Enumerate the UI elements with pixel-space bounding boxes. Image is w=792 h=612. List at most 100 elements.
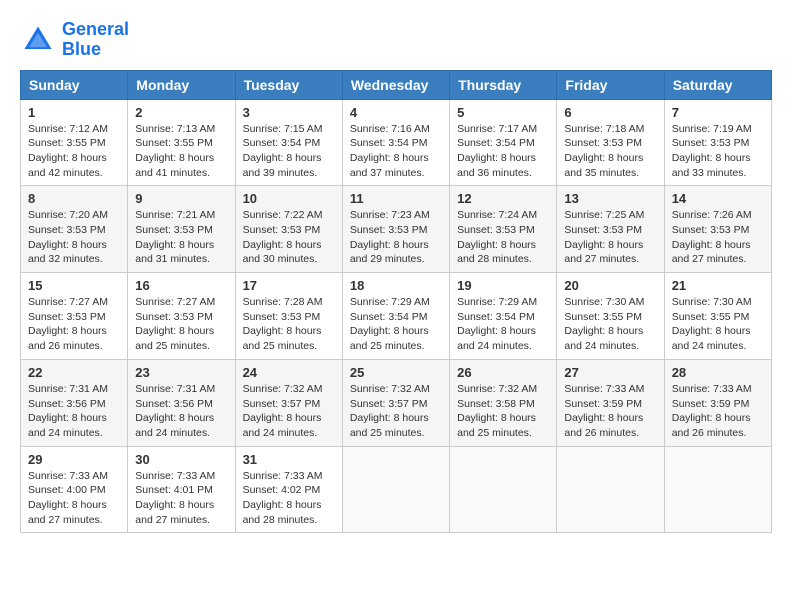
weekday-header-wednesday: Wednesday — [342, 70, 449, 99]
calendar-cell: 6 Sunrise: 7:18 AMSunset: 3:53 PMDayligh… — [557, 99, 664, 186]
calendar-table: SundayMondayTuesdayWednesdayThursdayFrid… — [20, 70, 772, 534]
day-number: 7 — [672, 105, 764, 120]
calendar-cell: 13 Sunrise: 7:25 AMSunset: 3:53 PMDaylig… — [557, 186, 664, 273]
day-info: Sunrise: 7:29 AMSunset: 3:54 PMDaylight:… — [350, 296, 430, 352]
calendar-cell: 20 Sunrise: 7:30 AMSunset: 3:55 PMDaylig… — [557, 273, 664, 360]
day-info: Sunrise: 7:33 AMSunset: 4:00 PMDaylight:… — [28, 470, 108, 526]
day-info: Sunrise: 7:27 AMSunset: 3:53 PMDaylight:… — [28, 296, 108, 352]
calendar-cell: 27 Sunrise: 7:33 AMSunset: 3:59 PMDaylig… — [557, 359, 664, 446]
day-number: 4 — [350, 105, 442, 120]
calendar-cell: 7 Sunrise: 7:19 AMSunset: 3:53 PMDayligh… — [664, 99, 771, 186]
day-number: 28 — [672, 365, 764, 380]
day-info: Sunrise: 7:30 AMSunset: 3:55 PMDaylight:… — [564, 296, 644, 352]
day-number: 16 — [135, 278, 227, 293]
calendar-cell: 23 Sunrise: 7:31 AMSunset: 3:56 PMDaylig… — [128, 359, 235, 446]
day-info: Sunrise: 7:31 AMSunset: 3:56 PMDaylight:… — [28, 383, 108, 439]
day-number: 21 — [672, 278, 764, 293]
logo-text: General Blue — [62, 20, 129, 60]
logo-icon — [20, 22, 56, 58]
day-number: 19 — [457, 278, 549, 293]
day-number: 13 — [564, 191, 656, 206]
calendar-cell: 5 Sunrise: 7:17 AMSunset: 3:54 PMDayligh… — [450, 99, 557, 186]
day-info: Sunrise: 7:32 AMSunset: 3:57 PMDaylight:… — [350, 383, 430, 439]
calendar-cell: 11 Sunrise: 7:23 AMSunset: 3:53 PMDaylig… — [342, 186, 449, 273]
calendar-cell: 22 Sunrise: 7:31 AMSunset: 3:56 PMDaylig… — [21, 359, 128, 446]
day-number: 25 — [350, 365, 442, 380]
calendar-cell: 12 Sunrise: 7:24 AMSunset: 3:53 PMDaylig… — [450, 186, 557, 273]
day-number: 8 — [28, 191, 120, 206]
day-info: Sunrise: 7:13 AMSunset: 3:55 PMDaylight:… — [135, 123, 215, 179]
day-number: 11 — [350, 191, 442, 206]
day-info: Sunrise: 7:26 AMSunset: 3:53 PMDaylight:… — [672, 209, 752, 265]
calendar-cell — [342, 446, 449, 533]
day-info: Sunrise: 7:29 AMSunset: 3:54 PMDaylight:… — [457, 296, 537, 352]
day-number: 5 — [457, 105, 549, 120]
day-info: Sunrise: 7:20 AMSunset: 3:53 PMDaylight:… — [28, 209, 108, 265]
day-number: 9 — [135, 191, 227, 206]
calendar-week-1: 1 Sunrise: 7:12 AMSunset: 3:55 PMDayligh… — [21, 99, 772, 186]
calendar-cell: 9 Sunrise: 7:21 AMSunset: 3:53 PMDayligh… — [128, 186, 235, 273]
calendar-cell: 17 Sunrise: 7:28 AMSunset: 3:53 PMDaylig… — [235, 273, 342, 360]
day-number: 20 — [564, 278, 656, 293]
day-number: 2 — [135, 105, 227, 120]
day-number: 27 — [564, 365, 656, 380]
calendar-week-4: 22 Sunrise: 7:31 AMSunset: 3:56 PMDaylig… — [21, 359, 772, 446]
calendar-cell — [557, 446, 664, 533]
day-info: Sunrise: 7:33 AMSunset: 3:59 PMDaylight:… — [564, 383, 644, 439]
day-number: 23 — [135, 365, 227, 380]
day-info: Sunrise: 7:23 AMSunset: 3:53 PMDaylight:… — [350, 209, 430, 265]
day-number: 17 — [243, 278, 335, 293]
calendar-cell — [664, 446, 771, 533]
day-number: 22 — [28, 365, 120, 380]
day-number: 10 — [243, 191, 335, 206]
day-number: 26 — [457, 365, 549, 380]
calendar-header: SundayMondayTuesdayWednesdayThursdayFrid… — [21, 70, 772, 99]
weekday-header-friday: Friday — [557, 70, 664, 99]
calendar-cell: 3 Sunrise: 7:15 AMSunset: 3:54 PMDayligh… — [235, 99, 342, 186]
day-info: Sunrise: 7:33 AMSunset: 3:59 PMDaylight:… — [672, 383, 752, 439]
day-number: 18 — [350, 278, 442, 293]
calendar-cell: 18 Sunrise: 7:29 AMSunset: 3:54 PMDaylig… — [342, 273, 449, 360]
calendar-cell: 1 Sunrise: 7:12 AMSunset: 3:55 PMDayligh… — [21, 99, 128, 186]
calendar-cell: 21 Sunrise: 7:30 AMSunset: 3:55 PMDaylig… — [664, 273, 771, 360]
calendar-cell: 25 Sunrise: 7:32 AMSunset: 3:57 PMDaylig… — [342, 359, 449, 446]
calendar-cell: 15 Sunrise: 7:27 AMSunset: 3:53 PMDaylig… — [21, 273, 128, 360]
day-info: Sunrise: 7:12 AMSunset: 3:55 PMDaylight:… — [28, 123, 108, 179]
calendar-cell: 29 Sunrise: 7:33 AMSunset: 4:00 PMDaylig… — [21, 446, 128, 533]
calendar-cell: 2 Sunrise: 7:13 AMSunset: 3:55 PMDayligh… — [128, 99, 235, 186]
day-number: 15 — [28, 278, 120, 293]
calendar-cell: 30 Sunrise: 7:33 AMSunset: 4:01 PMDaylig… — [128, 446, 235, 533]
calendar-cell — [450, 446, 557, 533]
calendar-week-2: 8 Sunrise: 7:20 AMSunset: 3:53 PMDayligh… — [21, 186, 772, 273]
day-number: 14 — [672, 191, 764, 206]
day-info: Sunrise: 7:24 AMSunset: 3:53 PMDaylight:… — [457, 209, 537, 265]
day-info: Sunrise: 7:28 AMSunset: 3:53 PMDaylight:… — [243, 296, 323, 352]
weekday-header-monday: Monday — [128, 70, 235, 99]
day-info: Sunrise: 7:30 AMSunset: 3:55 PMDaylight:… — [672, 296, 752, 352]
calendar-cell: 28 Sunrise: 7:33 AMSunset: 3:59 PMDaylig… — [664, 359, 771, 446]
day-number: 3 — [243, 105, 335, 120]
day-number: 29 — [28, 452, 120, 467]
logo: General Blue — [20, 20, 129, 60]
calendar-week-3: 15 Sunrise: 7:27 AMSunset: 3:53 PMDaylig… — [21, 273, 772, 360]
day-number: 24 — [243, 365, 335, 380]
day-number: 1 — [28, 105, 120, 120]
calendar-cell: 14 Sunrise: 7:26 AMSunset: 3:53 PMDaylig… — [664, 186, 771, 273]
weekday-header-saturday: Saturday — [664, 70, 771, 99]
calendar-cell: 10 Sunrise: 7:22 AMSunset: 3:53 PMDaylig… — [235, 186, 342, 273]
weekday-header-thursday: Thursday — [450, 70, 557, 99]
weekday-header-sunday: Sunday — [21, 70, 128, 99]
day-info: Sunrise: 7:33 AMSunset: 4:01 PMDaylight:… — [135, 470, 215, 526]
day-info: Sunrise: 7:18 AMSunset: 3:53 PMDaylight:… — [564, 123, 644, 179]
day-info: Sunrise: 7:21 AMSunset: 3:53 PMDaylight:… — [135, 209, 215, 265]
day-info: Sunrise: 7:15 AMSunset: 3:54 PMDaylight:… — [243, 123, 323, 179]
calendar-cell: 4 Sunrise: 7:16 AMSunset: 3:54 PMDayligh… — [342, 99, 449, 186]
calendar-cell: 31 Sunrise: 7:33 AMSunset: 4:02 PMDaylig… — [235, 446, 342, 533]
day-info: Sunrise: 7:25 AMSunset: 3:53 PMDaylight:… — [564, 209, 644, 265]
day-info: Sunrise: 7:33 AMSunset: 4:02 PMDaylight:… — [243, 470, 323, 526]
day-info: Sunrise: 7:32 AMSunset: 3:57 PMDaylight:… — [243, 383, 323, 439]
day-info: Sunrise: 7:17 AMSunset: 3:54 PMDaylight:… — [457, 123, 537, 179]
calendar-cell: 19 Sunrise: 7:29 AMSunset: 3:54 PMDaylig… — [450, 273, 557, 360]
calendar-cell: 26 Sunrise: 7:32 AMSunset: 3:58 PMDaylig… — [450, 359, 557, 446]
day-info: Sunrise: 7:31 AMSunset: 3:56 PMDaylight:… — [135, 383, 215, 439]
